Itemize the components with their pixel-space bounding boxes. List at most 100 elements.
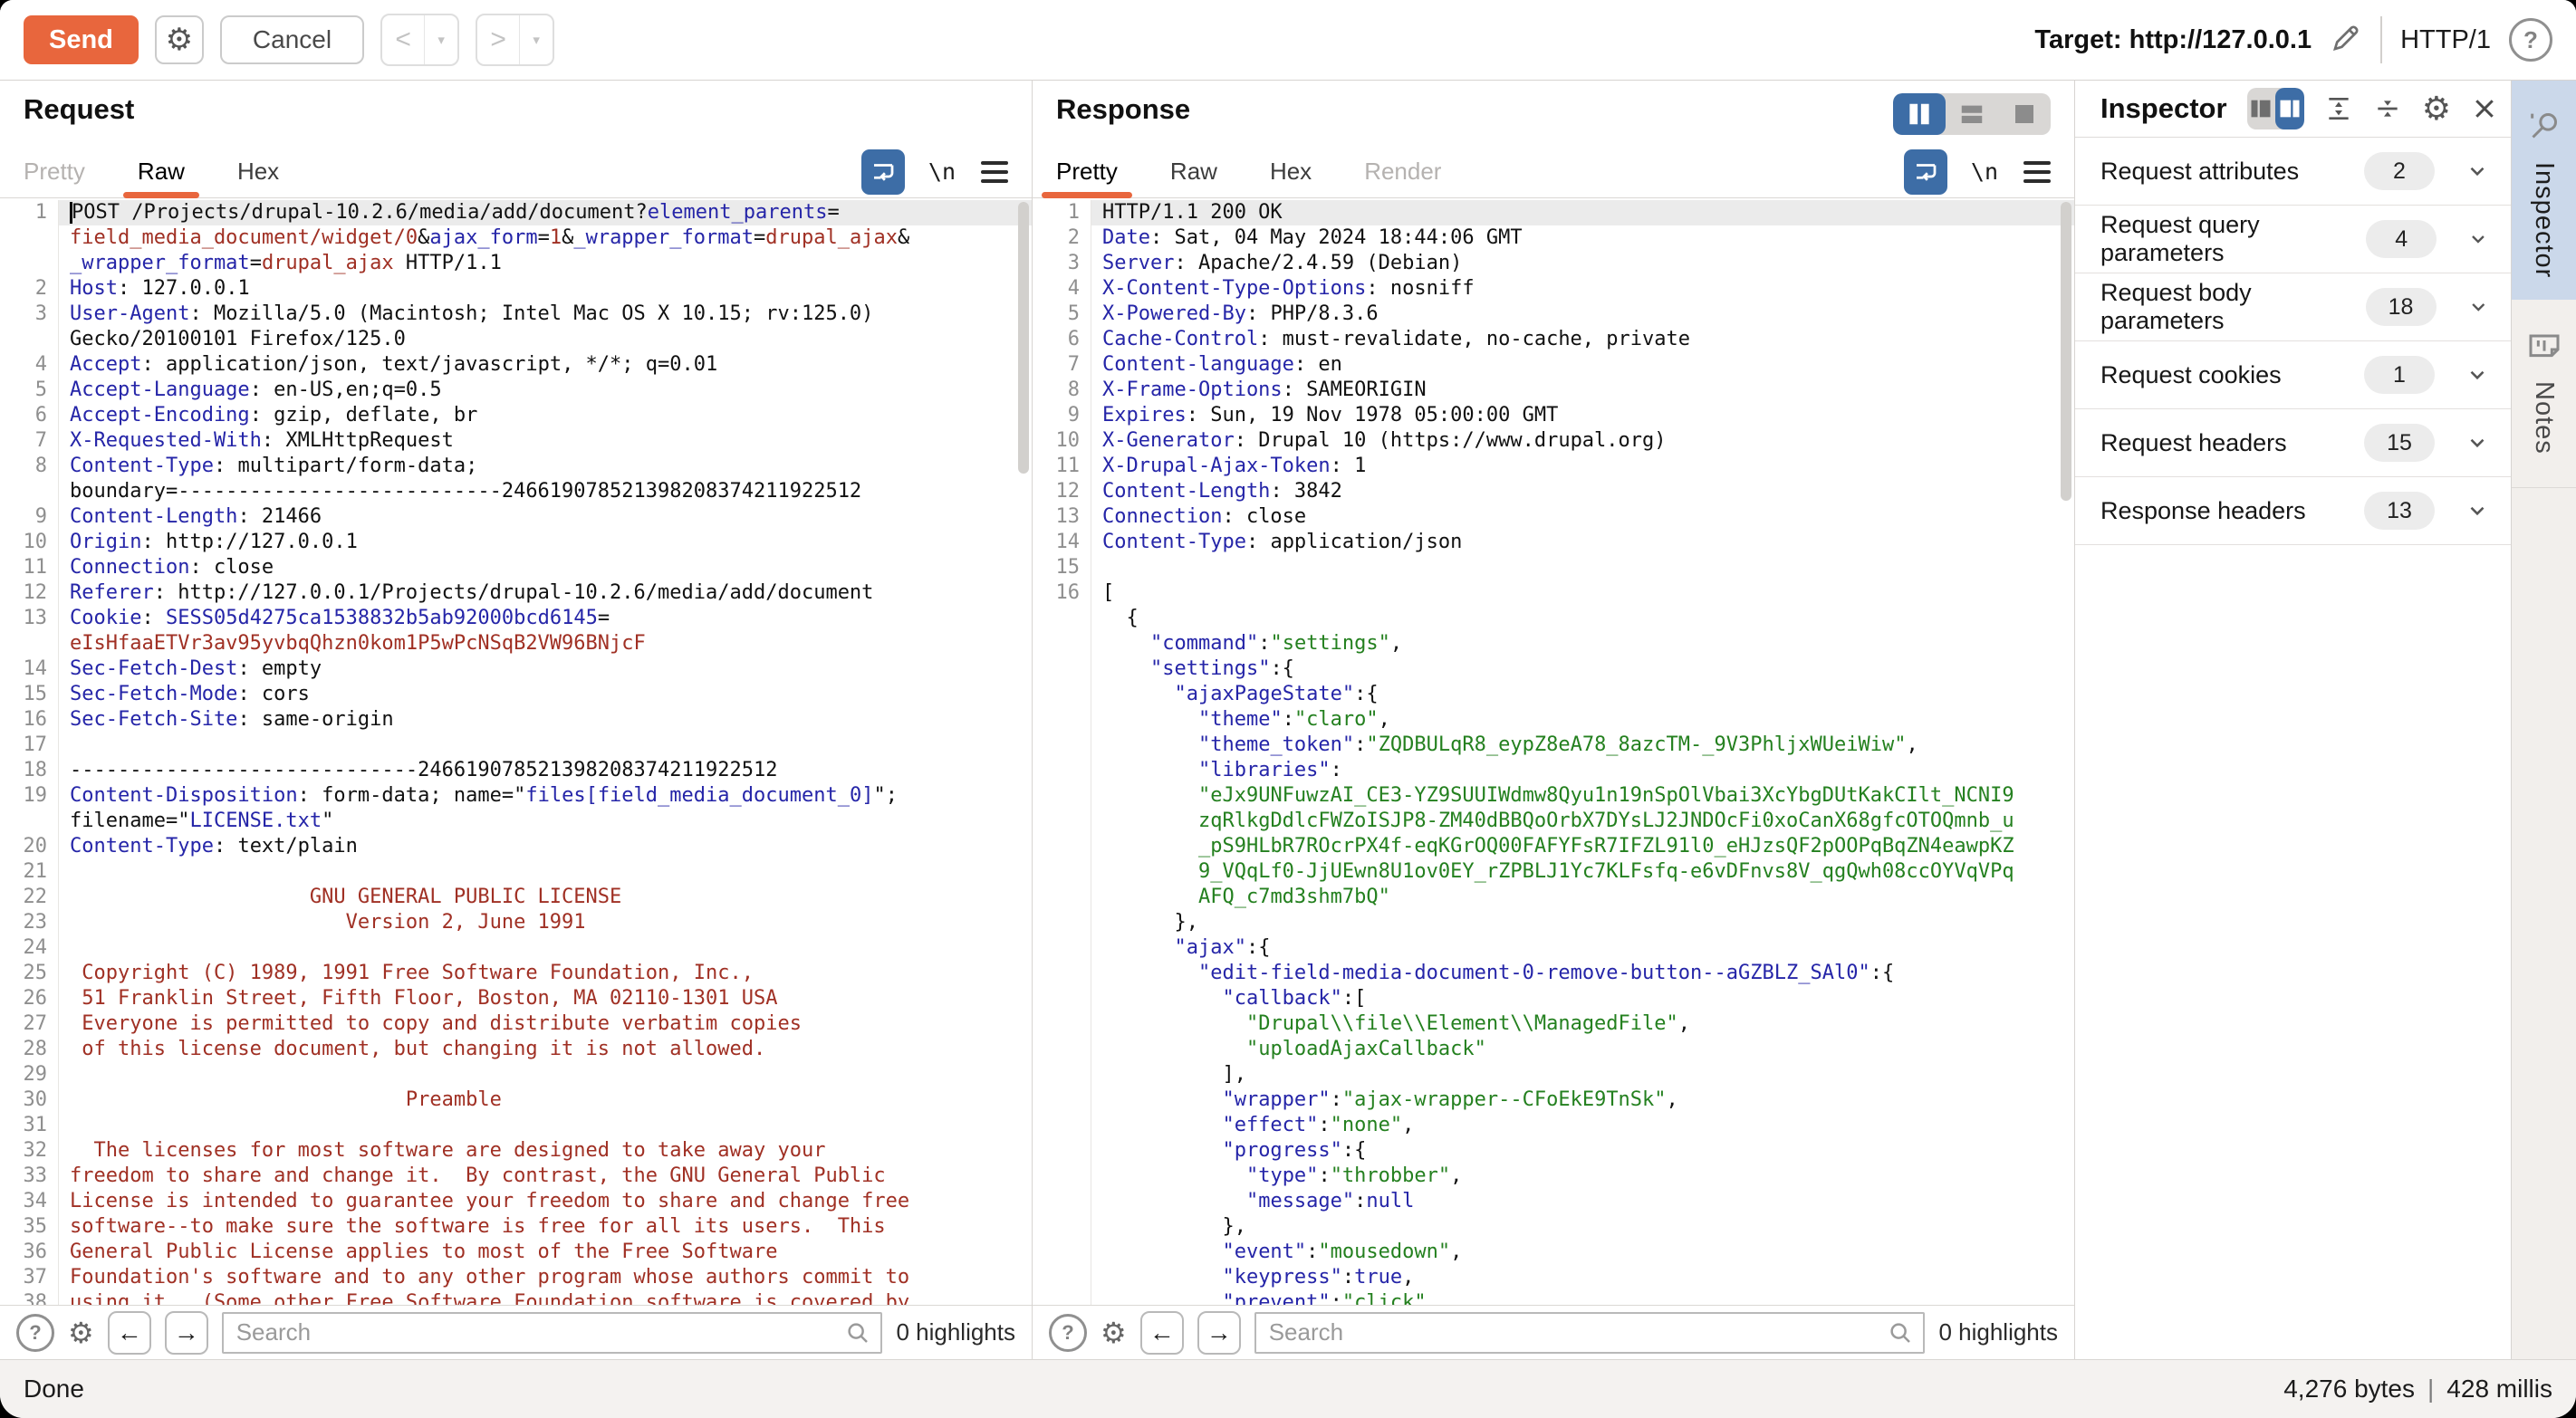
side-tab-notes[interactable]: Notes — [2512, 300, 2576, 488]
inspector-settings-button[interactable]: ⚙ — [2422, 90, 2451, 128]
edit-target-button[interactable] — [2330, 22, 2362, 59]
code-text: Content-language: en — [1091, 352, 2074, 378]
inspector-section-request-cookies[interactable]: Request cookies1 — [2075, 341, 2511, 409]
menu-icon[interactable] — [981, 161, 1008, 183]
search-next-button[interactable]: → — [165, 1311, 208, 1355]
code-line: 1POST /Projects/drupal-10.2.6/media/add/… — [0, 200, 1032, 225]
cancel-button[interactable]: Cancel — [220, 15, 364, 64]
response-scrollbar[interactable] — [2061, 202, 2071, 501]
code-text: "callback":[ — [1091, 986, 2074, 1011]
code-text: X-Content-Type-Options: nosniff — [1091, 276, 2074, 302]
word-wrap-toggle[interactable] — [861, 149, 905, 195]
line-number — [1033, 758, 1091, 783]
response-panel: Response — [1033, 81, 2075, 1359]
layout-rows-button[interactable] — [1946, 93, 1998, 135]
code-line: 5X-Powered-By: PHP/8.3.6 — [1033, 302, 2074, 327]
tab-render[interactable]: Render — [1364, 146, 1441, 197]
response-search-input[interactable] — [1254, 1312, 1926, 1354]
search-prev-button[interactable]: ← — [1140, 1311, 1184, 1355]
request-highlights-count: 0 highlights — [896, 1318, 1015, 1346]
count-badge: 2 — [2364, 152, 2435, 190]
code-text: POST /Projects/drupal-10.2.6/media/add/d… — [59, 200, 1032, 225]
line-number — [1033, 910, 1091, 935]
word-wrap-toggle[interactable] — [1904, 149, 1947, 195]
search-next-button[interactable]: → — [1197, 1311, 1241, 1355]
code-text: "theme_token":"ZQDBULqR8_eypZ8eA78_8azcT… — [1091, 733, 2074, 758]
code-line: 9Expires: Sun, 19 Nov 1978 05:00:00 GMT — [1033, 403, 2074, 428]
response-editor[interactable]: 1HTTP/1.1 200 OK2Date: Sat, 04 May 2024 … — [1033, 198, 2074, 1305]
code-line: 11Connection: close — [0, 555, 1032, 580]
line-number — [0, 225, 59, 251]
code-line: 26 51 Franklin Street, Fifth Floor, Bost… — [0, 986, 1032, 1011]
line-number — [0, 327, 59, 352]
code-text — [59, 859, 1032, 885]
code-text: The licenses for most software are desig… — [59, 1138, 1032, 1164]
help-icon[interactable]: ? — [16, 1314, 54, 1352]
code-line: 25 Copyright (C) 1989, 1991 Free Softwar… — [0, 961, 1032, 986]
inspector-section-request-attributes[interactable]: Request attributes2 — [2075, 138, 2511, 206]
tab-pretty[interactable]: Pretty — [24, 146, 85, 197]
chevron-down-icon[interactable]: ▾ — [519, 15, 553, 64]
side-tab-label: Notes — [2529, 381, 2559, 455]
status-bar: Done 4,276 bytes | 428 millis — [0, 1359, 2576, 1418]
dock-left-button[interactable] — [2247, 88, 2276, 129]
gear-icon[interactable]: ⚙ — [1101, 1316, 1127, 1350]
layout-single-button[interactable] — [1998, 93, 2051, 135]
next-request-button[interactable]: > ▾ — [476, 14, 554, 66]
code-text: "eJx9UNFuwzAI_CE3-YZ9SUUIWdmw8Qyu1n19nSp… — [1091, 783, 2074, 809]
collapse-all-icon — [2373, 94, 2402, 123]
code-line: zqRlkgDdlcFWZoISJP8-ZM40dBBQoOrbX7DYsLJ2… — [1033, 809, 2074, 834]
request-search-input[interactable] — [222, 1312, 883, 1354]
side-tab-inspector[interactable]: Inspector — [2512, 81, 2576, 300]
tab-raw[interactable]: Raw — [1170, 146, 1217, 197]
line-number: 26 — [0, 986, 59, 1011]
collapse-all-button[interactable] — [2373, 91, 2402, 126]
code-text: }, — [1091, 910, 2074, 935]
code-line: 14Sec-Fetch-Dest: empty — [0, 656, 1032, 682]
pencil-icon — [2330, 22, 2362, 54]
rows-icon — [1958, 101, 1985, 128]
gear-icon[interactable]: ⚙ — [68, 1316, 94, 1350]
code-text: Everyone is permitted to copy and distri… — [59, 1011, 1032, 1037]
inspector-section-request-headers[interactable]: Request headers15 — [2075, 409, 2511, 477]
inspector-section-request-body-parameters[interactable]: Request body parameters18 — [2075, 273, 2511, 341]
expand-all-button[interactable] — [2324, 91, 2353, 126]
layout-columns-button[interactable] — [1893, 93, 1946, 135]
tab-hex[interactable]: Hex — [1270, 146, 1312, 197]
request-scrollbar[interactable] — [1018, 202, 1029, 474]
newline-toggle[interactable]: \n — [928, 158, 956, 185]
chevron-down-icon[interactable]: ▾ — [424, 15, 457, 64]
help-icon[interactable]: ? — [2509, 18, 2552, 62]
dock-right-button[interactable] — [2275, 88, 2304, 129]
tab-hex[interactable]: Hex — [237, 146, 279, 197]
request-editor[interactable]: 1POST /Projects/drupal-10.2.6/media/add/… — [0, 198, 1032, 1305]
code-line: 22 GNU GENERAL PUBLIC LICENSE — [0, 885, 1032, 910]
code-line: 7Content-language: en — [1033, 352, 2074, 378]
search-prev-button[interactable]: ← — [108, 1311, 151, 1355]
help-icon[interactable]: ? — [1049, 1314, 1087, 1352]
code-text: "type":"throbber", — [1091, 1164, 2074, 1189]
code-line: 28 of this license document, but changin… — [0, 1037, 1032, 1062]
line-number — [1033, 707, 1091, 733]
inspector-icon — [2526, 108, 2562, 144]
tab-pretty[interactable]: Pretty — [1056, 146, 1118, 197]
menu-icon[interactable] — [2023, 161, 2051, 183]
status-separator: | — [2427, 1375, 2434, 1404]
send-settings-button[interactable]: ⚙ — [155, 15, 204, 64]
inspector-section-request-query-parameters[interactable]: Request query parameters4 — [2075, 206, 2511, 273]
code-line: 34License is intended to guarantee your … — [0, 1189, 1032, 1214]
inspector-section-response-headers[interactable]: Response headers13 — [2075, 477, 2511, 545]
code-line: 9Content-Length: 21466 — [0, 504, 1032, 530]
line-number: 21 — [0, 859, 59, 885]
inspector-close-button[interactable] — [2471, 91, 2498, 126]
tab-raw[interactable]: Raw — [138, 146, 185, 197]
response-header: Response — [1033, 81, 2074, 146]
status-metrics: 4,276 bytes | 428 millis — [2283, 1375, 2552, 1404]
http-version-selector[interactable]: HTTP/1 — [2400, 25, 2491, 55]
prev-request-button[interactable]: < ▾ — [380, 14, 459, 66]
request-tabs: Pretty Raw Hex — [24, 146, 332, 197]
newline-toggle[interactable]: \n — [1971, 158, 1998, 185]
send-button[interactable]: Send — [24, 15, 139, 64]
code-line: }, — [1033, 910, 2074, 935]
code-text: freedom to share and change it. By contr… — [59, 1164, 1032, 1189]
